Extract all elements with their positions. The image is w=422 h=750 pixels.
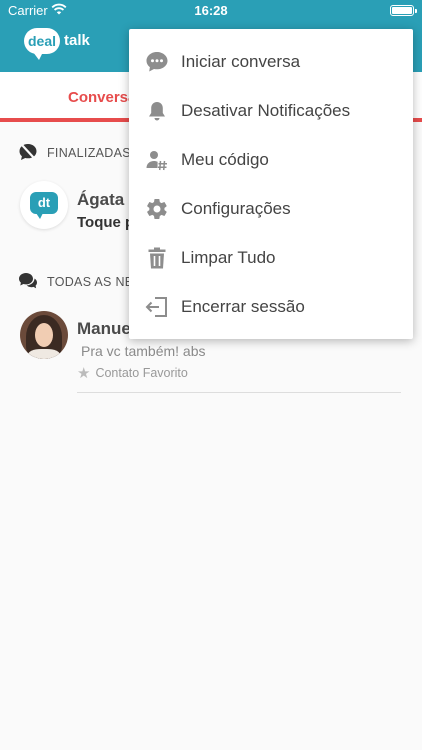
menu-item-label: Meu código — [181, 150, 269, 169]
conversation-subtitle: Toque p — [77, 214, 135, 231]
favorite-contact-tag: ★ Contato Favorito — [77, 364, 188, 382]
menu-item-label: Encerrar sessão — [181, 297, 305, 316]
logo-word: talk — [64, 32, 90, 49]
menu-item-label: Iniciar conversa — [181, 52, 301, 71]
row-divider — [77, 392, 401, 393]
battery-icon — [390, 5, 417, 16]
menu-item-label: Configurações — [181, 199, 291, 218]
avatar — [20, 311, 68, 359]
conversation-last-message: Pra vc também! abs — [81, 343, 206, 359]
trash-icon — [148, 247, 166, 269]
status-bar: Carrier 16:28 — [0, 0, 422, 22]
gear-icon — [147, 199, 167, 219]
conversation-name: Manue — [77, 319, 131, 338]
menu-item-clear-all[interactable]: Limpar Tudo — [129, 233, 413, 282]
clock: 16:28 — [194, 3, 228, 18]
menu-item-label: Desativar Notificações — [181, 101, 351, 120]
logout-icon — [145, 297, 167, 317]
section-all-label: TODAS AS NE — [47, 275, 134, 289]
section-finalized-label: FINALIZADAS — [47, 146, 131, 160]
menu-item-my-code[interactable]: Meu código — [129, 135, 413, 184]
favorite-label: Contato Favorito — [95, 366, 188, 380]
chats-icon — [19, 273, 37, 289]
menu-item-logout[interactable]: Encerrar sessão — [129, 282, 413, 331]
overflow-menu: Iniciar conversa Desativar Notificações … — [129, 29, 413, 339]
menu-item-settings[interactable]: Configurações — [129, 184, 413, 233]
menu-item-start-conversation[interactable]: Iniciar conversa — [129, 37, 413, 86]
menu-item-label: Limpar Tudo — [181, 248, 276, 267]
dealtalk-avatar-icon: dt — [30, 192, 58, 219]
chat-bubble-icon — [146, 52, 168, 72]
conversation-name: Ágata — [77, 190, 125, 209]
star-icon: ★ — [77, 365, 91, 382]
bell-icon — [149, 102, 165, 121]
user-hash-icon — [146, 151, 167, 171]
menu-item-disable-notifications[interactable]: Desativar Notificações — [129, 86, 413, 135]
logo-bubble: deal — [24, 28, 60, 60]
chat-off-icon — [19, 144, 37, 160]
avatar: dt — [20, 181, 68, 229]
tab-conversations[interactable]: Conversa — [68, 89, 136, 106]
